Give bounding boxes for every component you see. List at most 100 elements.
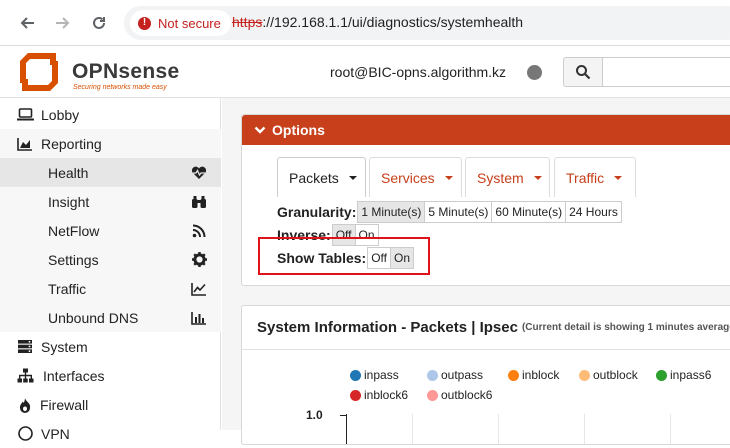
gear-icon [190,251,208,269]
line-chart-icon [190,280,208,298]
sidebar-item-label: VPN [41,425,70,442]
search-button[interactable] [563,57,603,87]
fire-icon [16,396,34,414]
sidebar-item-netflow[interactable]: NetFlow [0,216,221,245]
search-input[interactable] [602,57,730,87]
sidebar-item-traffic[interactable]: Traffic [0,274,221,303]
granularity-1-minute[interactable]: 1 Minute(s) [357,201,426,223]
options-header[interactable]: Options [242,115,730,145]
main-content: Options Packets Services System Traffic … [222,98,730,445]
security-label: Not secure [158,15,221,31]
granularity-row: Granularity: 1 Minute(s) 5 Minute(s) 60 … [277,201,622,223]
legend-dot [427,369,438,381]
url-text[interactable]: https://192.168.1.1/ui/diagnostics/syste… [232,14,523,30]
legend-item-inpass6[interactable]: inpass6 [656,368,711,382]
sidebar-item-label: System [41,338,88,355]
bar-chart-icon [190,309,208,327]
user-label: root@BIC-opns.algorithm.kz [330,64,507,80]
sidebar-item-health[interactable]: Health [0,158,221,187]
legend-item-inblock6[interactable]: inblock6 [350,388,408,402]
granularity-selector: 1 Minute(s) 5 Minute(s) 60 Minute(s) 24 … [357,201,622,223]
heartbeat-icon [190,164,208,182]
caret-down-icon [348,175,357,180]
search-icon [576,65,591,80]
grid-line [498,414,499,444]
y-axis-line [346,414,347,444]
sidebar-item-lobby[interactable]: Lobby [0,100,221,129]
legend-dot [427,389,438,401]
sidebar-item-reporting[interactable]: Reporting [0,129,221,158]
browser-toolbar: ! Not secure https://192.168.1.1/ui/diag… [0,0,730,46]
back-icon[interactable] [14,10,40,36]
chevron-down-icon [254,126,266,134]
sidebar-item-insight[interactable]: Insight [0,187,221,216]
area-chart-icon [16,135,34,153]
sidebar-item-system[interactable]: System [0,332,221,361]
legend-dot [350,369,361,381]
grid-line [412,414,413,444]
legend-label: inblock [522,368,560,382]
sidebar-item-label: NetFlow [48,222,100,239]
granularity-60-minute[interactable]: 60 Minute(s) [491,201,567,223]
legend-item-inpass[interactable]: inpass [350,368,399,382]
tab-packets[interactable]: Packets [277,157,366,197]
sidebar-item-label: Interfaces [43,367,105,384]
forward-icon[interactable] [50,10,76,36]
legend-label: outblock [593,368,638,382]
options-panel: Options Packets Services System Traffic … [241,114,730,286]
legend-dot [656,369,667,381]
legend-label: inpass6 [670,368,712,382]
legend-dot [508,369,519,381]
binoculars-icon [190,193,208,211]
sidebar-item-firewall[interactable]: Firewall [0,390,221,419]
caret-down-icon [444,175,453,180]
grid-line [670,414,671,444]
url-path: ://192.168.1.1/ui/diagnostics/systemheal… [262,14,524,30]
sidebar-item-settings[interactable]: Settings [0,245,221,274]
globe-icon [16,425,34,443]
legend-item-outpass[interactable]: outpass [427,368,483,382]
legend-label: inpass [364,368,399,382]
status-indicator[interactable] [527,65,542,80]
system-information-panel: System Information - Packets | Ipsec (Cu… [241,305,730,445]
tab-label: Packets [289,169,339,186]
opnsense-logo-icon[interactable] [16,49,62,95]
granularity-5-minute[interactable]: 5 Minute(s) [424,201,493,223]
url-scheme: https [232,14,263,30]
sidebar-item-interfaces[interactable]: Interfaces [0,361,221,390]
sidebar-item-label: Firewall [40,396,89,413]
tab-system[interactable]: System [465,157,550,197]
legend-item-outblock6[interactable]: outblock6 [427,388,492,402]
laptop-icon [16,106,34,124]
sidebar-item-label: Traffic [48,280,87,297]
sidebar: Lobby Reporting Health Insight NetFlow S… [0,98,221,442]
sidebar-item-label: Unbound DNS [48,309,139,326]
caret-down-icon [533,175,542,180]
highlight-annotation [258,237,430,275]
detail-note: (Current detail is showing 1 minutes ave… [521,322,730,333]
sidebar-item-vpn[interactable]: VPN [0,419,221,448]
legend-dot [579,369,590,381]
sidebar-item-label: Insight [48,193,90,210]
security-chip[interactable]: ! Not secure [130,10,231,36]
caret-down-icon [614,175,623,180]
granularity-24-hours[interactable]: 24 Hours [565,201,622,223]
legend-item-inblock[interactable]: inblock [508,368,559,382]
legend-dot [350,389,361,401]
server-icon [16,338,34,356]
sidebar-item-label: Health [48,164,89,181]
legend-label: inblock6 [364,388,409,402]
address-bar[interactable]: ! Not secure https://192.168.1.1/ui/diag… [124,6,730,40]
app-header: OPNsense Securing networks made easy roo… [0,46,730,98]
tab-traffic[interactable]: Traffic [554,157,636,197]
reload-icon[interactable] [86,10,112,36]
warning-icon: ! [138,16,151,30]
brand-tagline: Securing networks made easy [73,84,167,91]
system-information-title: System Information - Packets | Ipsec [257,319,518,336]
sidebar-item-label: Lobby [41,106,80,123]
legend-item-outblock[interactable]: outblock [579,368,638,382]
tab-label: System [477,169,524,186]
rss-icon [190,222,208,240]
tab-services[interactable]: Services [369,157,462,197]
sidebar-item-unbound-dns[interactable]: Unbound DNS [0,303,221,332]
